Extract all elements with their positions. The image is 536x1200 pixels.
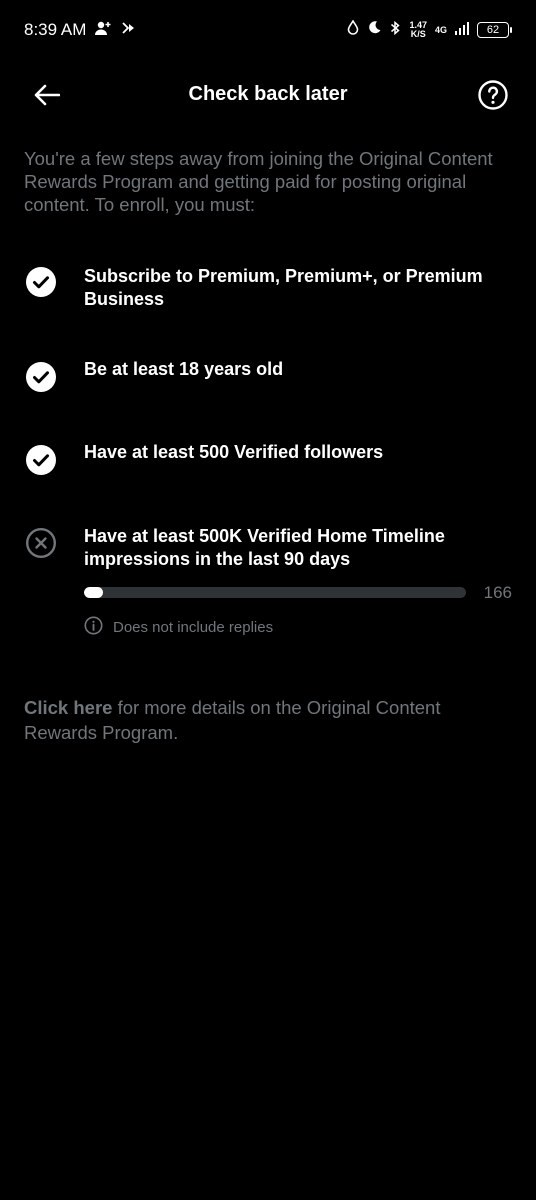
top-bar: Check back later bbox=[0, 70, 536, 122]
progress-value: 166 bbox=[483, 583, 512, 602]
click-here-link[interactable]: Click here bbox=[24, 697, 112, 718]
water-drop-icon bbox=[347, 19, 359, 40]
status-time: 8:39 AM bbox=[24, 20, 87, 39]
page-title: Check back later bbox=[188, 83, 348, 105]
network-type: 4G bbox=[434, 24, 447, 35]
bluetooth-icon bbox=[390, 20, 401, 41]
status-bar: 8:39 AM 1.47 K/S 4G 62 bbox=[0, 0, 536, 60]
progress-note-text: Does not include replies bbox=[113, 619, 274, 636]
impressions-progress-bar bbox=[84, 587, 466, 598]
person-add-icon bbox=[94, 20, 112, 41]
check-circle-icon bbox=[25, 266, 57, 298]
requirement-label: Have at least 500K Verified Home Timelin… bbox=[84, 526, 445, 569]
requirement-label: Subscribe to Premium, Premium+, or Premi… bbox=[84, 266, 483, 309]
progress-note: Does not include replies bbox=[84, 616, 273, 639]
status-right: 1.47 K/S 4G 62 bbox=[347, 19, 512, 41]
help-button[interactable] bbox=[476, 79, 510, 116]
media-play-icon bbox=[120, 20, 136, 41]
info-icon bbox=[84, 616, 103, 639]
network-speed: 1.47 K/S bbox=[409, 21, 427, 39]
intro-text: You're a few steps away from joining the… bbox=[24, 148, 493, 215]
requirement-label: Be at least 18 years old bbox=[84, 359, 284, 379]
moon-icon bbox=[367, 20, 382, 40]
battery-tip bbox=[510, 27, 512, 33]
progress-fill bbox=[84, 587, 104, 598]
x-circle-icon bbox=[25, 527, 57, 559]
battery-indicator: 62 bbox=[477, 22, 512, 38]
speed-unit: K/S bbox=[410, 29, 426, 39]
check-circle-icon bbox=[25, 444, 57, 476]
status-left: 8:39 AM bbox=[24, 20, 136, 41]
requirement-label: Have at least 500 Verified followers bbox=[84, 442, 384, 462]
details-text: Click here for more details on the Origi… bbox=[24, 695, 506, 745]
signal-icon bbox=[455, 20, 469, 40]
question-circle-icon bbox=[477, 79, 509, 116]
battery-level: 62 bbox=[477, 22, 509, 38]
check-circle-icon bbox=[25, 361, 57, 393]
